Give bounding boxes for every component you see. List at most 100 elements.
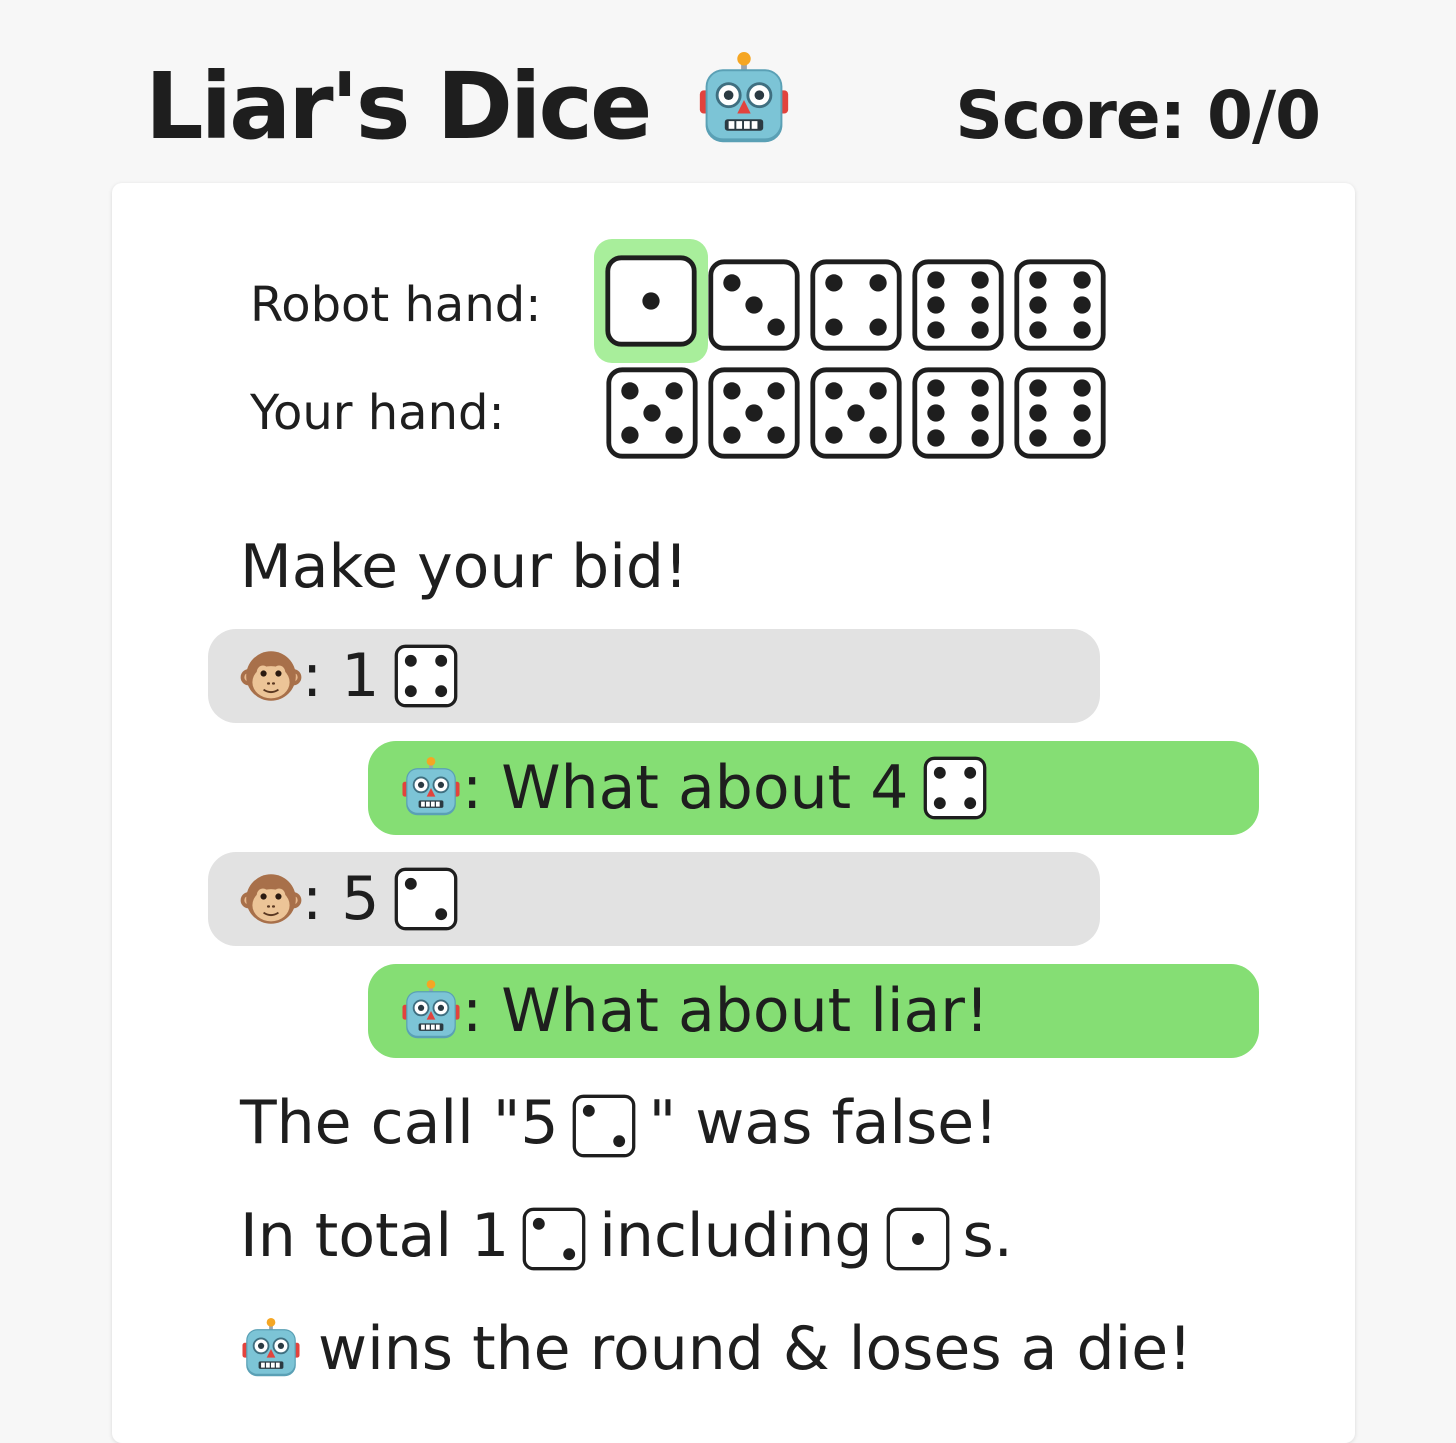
robot-icon (400, 980, 462, 1042)
status-prompt: Make your bid! (240, 532, 689, 602)
die-pip (847, 404, 865, 422)
die-pip (825, 382, 843, 400)
die-pip (1073, 379, 1091, 397)
die-pip (1029, 321, 1047, 339)
die-face-5-icon (708, 367, 800, 459)
die-pip (825, 318, 843, 336)
bid-die-face-4-icon (924, 756, 987, 820)
result-line-call: The call "5 " was false! (240, 1083, 998, 1163)
robot-hand-die[interactable] (1012, 257, 1108, 353)
your-hand-dice (604, 365, 1124, 461)
die-pip (971, 271, 989, 289)
bid-text: : 5 (302, 864, 380, 934)
die-pip (869, 382, 887, 400)
die-pip (723, 382, 741, 400)
die-pip (767, 382, 785, 400)
die-pip (405, 877, 418, 890)
die-pip (435, 908, 448, 921)
die-face-2-icon (522, 1208, 586, 1271)
die-face-5-icon (606, 367, 698, 459)
result-total-mid: including (599, 1201, 873, 1271)
die-pip (745, 404, 763, 422)
bid-text: : What about 4 (462, 753, 909, 823)
die-pip (1029, 271, 1047, 289)
score-display: Score: 0/0 (955, 77, 1321, 154)
monkey-icon (240, 645, 302, 707)
die-face-1-icon (605, 255, 697, 347)
your-hand-die[interactable] (808, 365, 904, 461)
title-text: Liar's Dice (145, 53, 652, 160)
die-pip (435, 654, 448, 667)
your-hand-die[interactable] (604, 365, 700, 461)
robot-hand-die[interactable] (910, 257, 1006, 353)
result-call-suffix: " was false! (648, 1088, 999, 1158)
header: Liar's Dice Score: 0/0 (0, 0, 1456, 180)
die-face-6-icon (1014, 259, 1106, 351)
die-pip (767, 426, 785, 444)
die-pip (825, 274, 843, 292)
die-pip (582, 1105, 595, 1118)
die-pip (405, 685, 418, 698)
die-pip (971, 379, 989, 397)
your-hand-die[interactable] (706, 365, 802, 461)
die-pip (869, 426, 887, 444)
result-call-die (559, 1083, 649, 1163)
human-bid-bubble: : 1 (208, 629, 1100, 723)
die-pip (643, 404, 661, 422)
human-bid-bubble: : 5 (208, 852, 1100, 946)
die-face-5-icon (810, 367, 902, 459)
robot-hand-dice (594, 239, 1124, 363)
die-pip (767, 318, 785, 336)
result-wild-die (873, 1196, 963, 1276)
bid-text: : What about liar! (462, 976, 990, 1046)
die-pip (642, 292, 660, 310)
die-pip (1029, 296, 1047, 314)
die-pip (927, 429, 945, 447)
die-pip (621, 382, 639, 400)
die-pip (964, 797, 977, 810)
die-pip (612, 1135, 625, 1148)
robot-hand-die[interactable] (706, 257, 802, 353)
page-title: Liar's Dice (145, 52, 792, 162)
die-pip (934, 766, 947, 779)
die-pip (533, 1218, 546, 1231)
die-pip (723, 426, 741, 444)
die-pip (1073, 271, 1091, 289)
die-pip (435, 685, 448, 698)
your-hand-die[interactable] (910, 365, 1006, 461)
result-line-total: In total 1 including s. (240, 1196, 1013, 1276)
robot-hand-die[interactable] (594, 239, 708, 363)
bid-content: : What about 4 (368, 753, 988, 823)
die-face-1-icon (886, 1208, 949, 1271)
robot-hand-die[interactable] (808, 257, 904, 353)
robot-icon (400, 757, 462, 819)
result-total-prefix: In total 1 (240, 1201, 510, 1271)
result-total-suffix: s. (962, 1201, 1013, 1271)
die-face-6-icon (912, 367, 1004, 459)
monkey-icon (240, 868, 302, 930)
result-total-die (509, 1196, 599, 1276)
die-face-2-icon (572, 1095, 635, 1158)
result-outcome-text: wins the round & loses a die! (318, 1314, 1193, 1384)
die-pip (911, 1233, 924, 1246)
die-pip (1029, 379, 1047, 397)
bid-content: : 1 (208, 641, 459, 711)
die-pip (869, 318, 887, 336)
die-pip (665, 382, 683, 400)
die-pip (964, 766, 977, 779)
die-pip (1073, 296, 1091, 314)
die-pip (927, 404, 945, 422)
die-pip (1073, 321, 1091, 339)
die-face-4-icon (810, 259, 902, 351)
robot-hand-label: Robot hand: (250, 277, 542, 333)
die-pip (825, 426, 843, 444)
die-pip (405, 654, 418, 667)
die-pip (927, 379, 945, 397)
bid-text: : 1 (302, 641, 380, 711)
robot-bid-bubble: : What about 4 (368, 741, 1259, 835)
your-hand-die[interactable] (1012, 365, 1108, 461)
die-face-3-icon (708, 259, 800, 351)
robot-bid-bubble: : What about liar! (368, 964, 1259, 1058)
die-pip (971, 296, 989, 314)
die-pip (869, 274, 887, 292)
